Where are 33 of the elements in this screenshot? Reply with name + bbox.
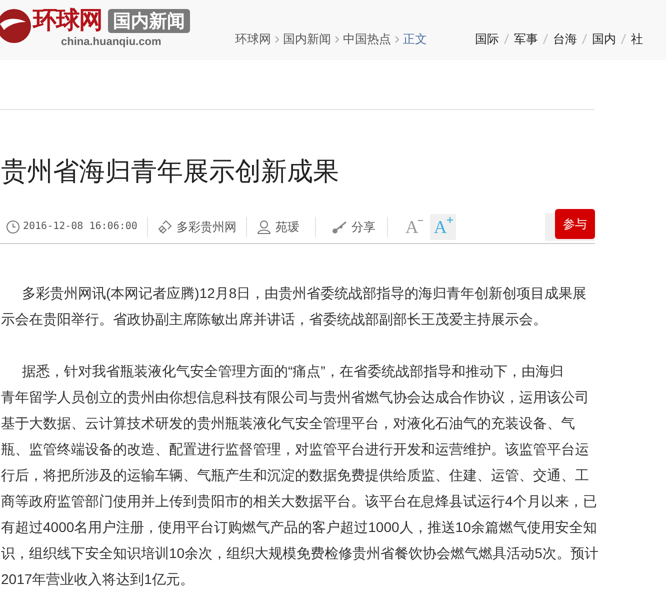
section-badge: 国内新闻 xyxy=(108,9,190,33)
channel-link[interactable]: 国内 xyxy=(592,30,616,48)
domain-text: china.huanqiu.com xyxy=(61,36,162,48)
share-icon xyxy=(332,220,348,234)
article-paragraph: 多彩贵州网讯(本网记者应腾)12月8日，由贵州省委统战部指导的海归青年创新创项目成果展 示会在贵阳举行。省政协副主席陈敏出席并讲话，省委统战部副部长王茂爱主持展示会。 xyxy=(0,284,588,329)
chevron-icon xyxy=(275,36,279,42)
author-name: 苑瑗 xyxy=(275,218,300,236)
slash-separator xyxy=(543,34,548,44)
channel-link[interactable]: 社 xyxy=(631,30,643,48)
article-title: 贵州省海归青年展示创新成果 xyxy=(1,155,340,188)
clock-icon xyxy=(6,220,20,234)
link-icon xyxy=(158,220,172,234)
plus-icon xyxy=(446,216,453,222)
article-paragraph: 据悉，针对我省瓶装液化气安全管理方面的“痛点”，在省委统战部指导和推动下，由海归 青年留学人员创立的贵州由你想信息科技有限公司与贵州省燃气协会达成合作协议，运用该公司 基于大数据、云计算技术研发的贵州瓶装液化气安全管理平台，对液化石油气的充装设备、气 瓶、监管终端设备的改造、配置进行监督管理，对监管平台进行开发和运营维护。该监管平台运 行后，将把所涉及的运输车辆、气瓶产生和沉淀的数据免费提供给质监、住建、运管、交通、工 商等政府监管部门使用并上传到贵阳市的相关大数据平台。该平台在息烽县试运行4个月以来，已 有超过4000名用户注册，使用平台订购燃气产品的客户超过1000人，推送10余篇燃气使用安全知 识，组织线下安全知识培训10余次，组织大规模免费检修贵州省餐饮协会燃气燃具活动5次。预计 2017年营业收入将达到1亿元。 xyxy=(0,362,600,589)
source-link[interactable]: 多彩贵州网 xyxy=(176,218,236,236)
breadcrumb-link[interactable]: 中国热点 xyxy=(343,30,391,48)
publish-time: 2016-12-08 16:06:00 xyxy=(23,220,138,234)
share-button[interactable]: 分享 xyxy=(332,218,376,236)
slash-separator xyxy=(621,34,626,44)
chevron-icon xyxy=(335,36,339,42)
channel-link[interactable]: 军事 xyxy=(514,30,538,48)
join-button[interactable]: 参与 xyxy=(555,209,595,239)
minus-icon xyxy=(418,218,424,222)
slash-separator xyxy=(582,34,587,44)
breadcrumb-link[interactable]: 正文 xyxy=(403,30,427,48)
logo-text: 环球网 xyxy=(33,6,102,36)
slash-separator xyxy=(504,34,509,44)
breadcrumb-link[interactable]: 环球网 xyxy=(235,30,271,48)
breadcrumb-link[interactable]: 国内新闻 xyxy=(283,30,331,48)
chevron-icon xyxy=(395,36,399,42)
channel-link[interactable]: 台海 xyxy=(553,30,577,48)
person-icon xyxy=(257,220,272,234)
channel-link[interactable]: 国际 xyxy=(475,30,499,48)
